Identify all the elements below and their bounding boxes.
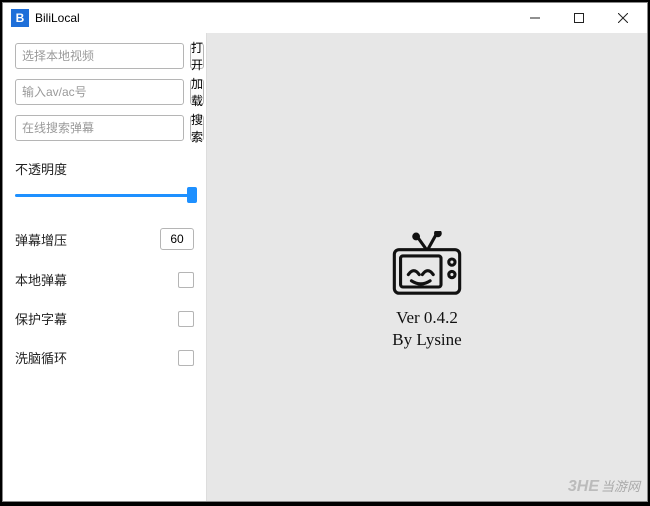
version-text: Ver 0.4.2 By Lysine (392, 307, 461, 351)
brainwash-loop-checkbox[interactable] (178, 350, 194, 366)
boost-value[interactable]: 60 (160, 228, 194, 250)
maximize-button[interactable] (557, 4, 601, 32)
slider-track (15, 194, 194, 197)
sidebar: 打开 加载 搜索 不透明度 弹幕增压 60 本地弹幕 (3, 33, 207, 501)
window-body: 打开 加载 搜索 不透明度 弹幕增压 60 本地弹幕 (3, 33, 647, 501)
content-area: Ver 0.4.2 By Lysine (207, 33, 647, 501)
local-video-input[interactable] (15, 43, 184, 69)
version-line1: Ver 0.4.2 (396, 308, 458, 327)
load-button[interactable]: 加载 (190, 79, 204, 105)
app-title: BiliLocal (35, 11, 513, 25)
watermark-site: 当游网 (601, 476, 640, 495)
tv-icon (387, 231, 467, 301)
close-button[interactable] (601, 4, 645, 32)
search-button[interactable]: 搜索 (190, 115, 204, 141)
window-controls (513, 4, 645, 32)
minimize-button[interactable] (513, 4, 557, 32)
opacity-label: 不透明度 (15, 159, 67, 178)
boost-label: 弹幕增压 (15, 230, 67, 249)
protect-subtitle-label: 保护字幕 (15, 309, 67, 328)
open-button[interactable]: 打开 (190, 43, 204, 69)
slider-thumb[interactable] (187, 187, 197, 203)
version-line2: By Lysine (392, 330, 461, 349)
protect-subtitle-checkbox[interactable] (178, 311, 194, 327)
app-window: B BiliLocal 打开 加载 (2, 2, 648, 502)
local-danmaku-checkbox[interactable] (178, 272, 194, 288)
search-danmaku-input[interactable] (15, 115, 184, 141)
watermark-brand: 3HE (568, 478, 599, 496)
brainwash-loop-label: 洗脑循环 (15, 348, 67, 367)
app-icon: B (11, 9, 29, 27)
avac-input[interactable] (15, 79, 184, 105)
watermark: 3HE 当游网 (568, 476, 640, 496)
opacity-slider[interactable] (15, 186, 194, 204)
local-danmaku-label: 本地弹幕 (15, 270, 67, 289)
titlebar: B BiliLocal (3, 3, 647, 33)
